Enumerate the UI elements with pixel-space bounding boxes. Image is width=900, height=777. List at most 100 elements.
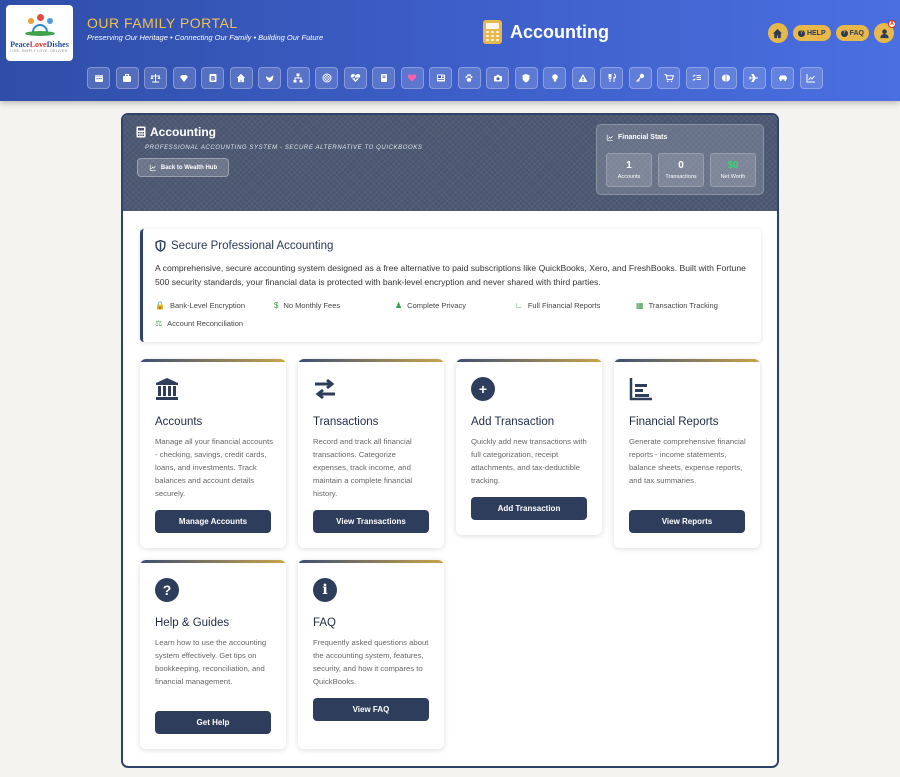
view-faq-button[interactable]: View FAQ [313,698,429,721]
car-icon[interactable] [771,67,794,89]
top-navigation-bar: PeaceLoveDishes LIVE. SIMPLY LOVE. DELIV… [0,0,900,101]
shield-icon[interactable] [514,67,538,89]
chart-line-icon [606,134,613,141]
intro-text: A comprehensive, secure accounting syste… [155,263,746,287]
panel-title-text: Accounting [150,125,216,139]
diamond-icon[interactable] [172,67,196,89]
app-icon-toolbar: B [87,67,823,89]
intro-title-text: Secure Professional Accounting [171,240,334,252]
paw-icon[interactable] [457,67,481,89]
back-to-wealth-hub-button[interactable]: Back to Wealth Hub [137,158,229,177]
chart-line-icon[interactable] [799,67,823,89]
view-reports-button[interactable]: View Reports [629,510,745,533]
balance-scale-icon: ⚖ [155,319,163,328]
stat-value: $0 [727,160,739,171]
stat-transactions: 0 Transactions [658,153,704,187]
key-icon[interactable] [628,67,652,89]
calendar-icon[interactable] [87,67,110,89]
news-icon[interactable] [429,67,452,89]
card-description: Frequently asked questions about the acc… [313,638,429,686]
home-icon[interactable] [229,67,253,89]
stat-accounts: 1 Accounts [606,153,652,187]
plus-circle-icon: + [471,377,495,401]
faq-label: FAQ [849,29,864,37]
svg-text:B: B [210,76,215,83]
page-title: Accounting [483,20,609,44]
card-title: Help & Guides [155,617,230,629]
dollar-icon: $ [274,301,279,310]
stat-label: Net Worth [720,174,746,180]
logo-tagline: LIVE. SIMPLY LOVE. DELIVER. [10,48,69,53]
help-button[interactable]: ? HELP [792,25,831,41]
card-title: Add Transaction [471,416,555,428]
panel-subtitle: Professional Accounting System - Secure … [145,145,423,151]
card-description: Generate comprehensive financial reports… [629,437,746,485]
stat-label: Transactions [665,174,697,180]
org-chart-icon[interactable] [286,67,310,89]
card-title: FAQ [313,617,337,629]
feature-label: Complete Privacy [407,301,466,310]
shield-icon [155,240,166,252]
stat-label: Accounts [617,174,641,180]
get-help-button[interactable]: Get Help [155,711,271,734]
card-add-transaction: + Add Transaction Quickly add new transa… [456,359,602,535]
panel-header: Accounting Professional Accounting Syste… [123,115,777,211]
card-financial-reports: Financial Reports Generate comprehensive… [614,359,760,548]
question-circle-icon: ? [155,578,179,602]
feature-transaction-tracking: ▦ Transaction Tracking [636,301,718,310]
cart-icon[interactable] [657,67,680,89]
card-transactions: Transactions Record and track all financ… [298,359,444,548]
intro-box: Secure Professional Accounting A compreh… [140,229,761,342]
faq-button[interactable]: ? FAQ [835,25,869,41]
chart-line-icon: ∟ [515,301,523,310]
target-icon[interactable] [315,67,338,89]
add-transaction-button[interactable]: Add Transaction [471,497,587,520]
camera-icon[interactable] [486,67,509,89]
feature-label: Full Financial Reports [527,301,601,310]
header-actions: ? HELP ? FAQ A [767,20,896,43]
plane-icon[interactable] [742,67,766,89]
feature-full-financial-reports: ∟ Full Financial Reports [515,301,600,310]
info-circle-icon: i [313,578,337,602]
card-title: Accounts [155,416,203,428]
site-logo[interactable]: PeaceLoveDishes LIVE. SIMPLY LOVE. DELIV… [6,5,73,61]
stat-value: 0 [678,160,684,171]
chart-line-icon [149,164,156,171]
home-button[interactable] [767,23,788,43]
book-b-icon[interactable]: B [201,67,224,89]
user-menu-button[interactable]: A [874,20,896,43]
back-button-label: Back to Wealth Hub [160,164,218,171]
lock-icon: 🔒 [155,301,165,310]
card-faq: i FAQ Frequently asked questions about t… [298,560,444,749]
heart-pulse-icon[interactable] [343,67,367,89]
card-description: Record and track all financial transacti… [313,437,413,498]
scale-icon[interactable] [144,67,167,89]
view-transactions-button[interactable]: View Transactions [313,510,429,533]
utensils-icon[interactable] [600,67,623,89]
card-description: Manage all your financial accounts - che… [155,437,273,498]
exchange-arrows-icon [313,377,337,401]
page-title-text: Accounting [510,21,609,42]
book-icon[interactable] [372,67,395,89]
logo-brand: PeaceLoveDishes [10,39,69,49]
intro-title: Secure Professional Accounting [155,240,333,252]
manage-accounts-button[interactable]: Manage Accounts [155,510,271,533]
portal-title: OUR FAMILY PORTAL [87,15,238,31]
user-shield-icon: ♟ [395,301,403,310]
feature-no-monthly-fees: $ No Monthly Fees [274,301,340,310]
checklist-icon[interactable] [685,67,709,89]
family-logo-icon [23,13,57,38]
warning-icon[interactable] [571,67,595,89]
panel-title: Accounting [136,125,216,139]
brain-icon[interactable] [714,67,737,89]
briefcase-icon[interactable] [115,67,139,89]
bird-icon[interactable] [258,67,281,89]
heart-icon[interactable] [400,67,424,89]
bank-icon [155,377,179,401]
card-title: Financial Reports [629,416,719,428]
feature-bank-level-encryption: 🔒 Bank-Level Encryption [155,301,245,310]
calculator-icon [483,20,502,44]
lightbulb-icon[interactable] [543,67,566,89]
chart-bars-icon [629,377,653,401]
feature-complete-privacy: ♟ Complete Privacy [395,301,466,310]
